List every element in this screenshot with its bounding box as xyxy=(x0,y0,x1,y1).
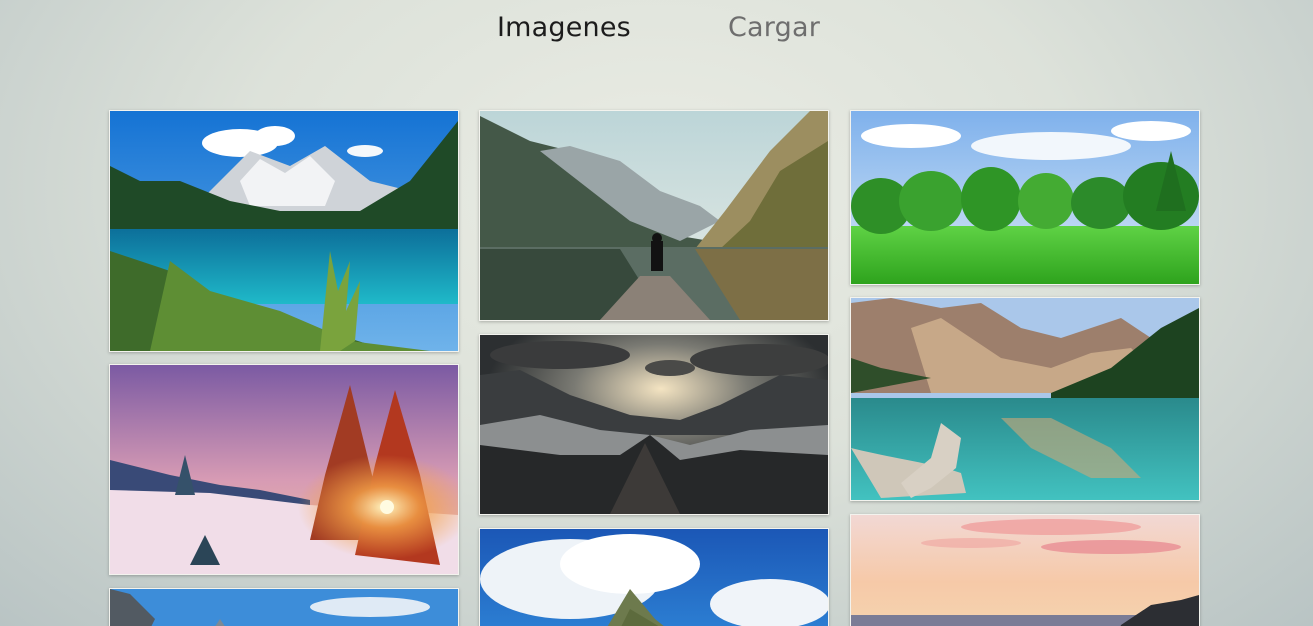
tab-imagenes[interactable]: Imagenes xyxy=(497,12,631,43)
gallery-image-mountain-lake[interactable] xyxy=(109,110,459,352)
tab-cargar[interactable]: Cargar xyxy=(728,12,820,43)
gallery-image-winter-sunset[interactable] xyxy=(109,364,459,575)
gallery-image-mountain-lake-driftwood[interactable] xyxy=(850,297,1200,501)
gallery-image-pink-sunset-sea[interactable] xyxy=(850,514,1200,626)
gallery-image-lake-pier[interactable] xyxy=(479,110,829,321)
gallery-image-green-meadow[interactable] xyxy=(850,110,1200,285)
gallery-image-dark-mountain-sunrays[interactable] xyxy=(479,334,829,515)
gallery-image-mountain-peak[interactable] xyxy=(109,588,459,626)
top-nav: Imagenes Cargar xyxy=(0,0,1313,60)
gallery-image-island-clouds[interactable] xyxy=(479,528,829,626)
